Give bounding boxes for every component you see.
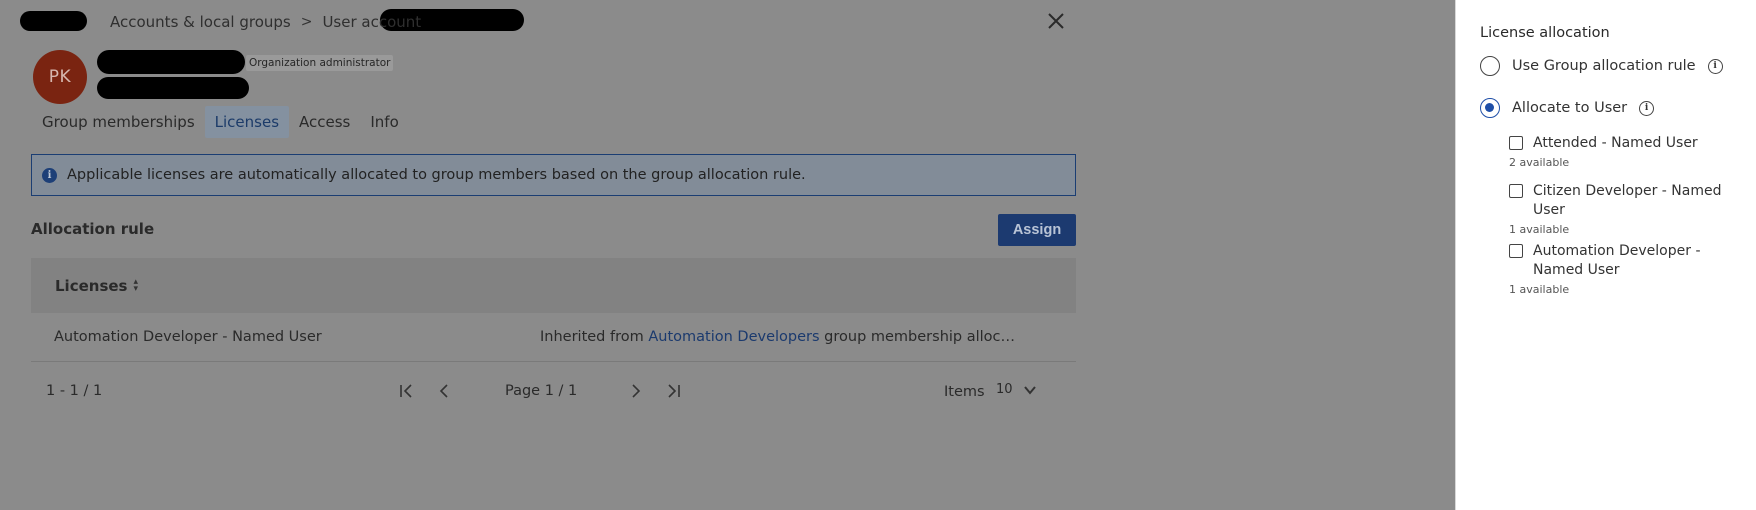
radio-use-group-rule[interactable] (1480, 56, 1500, 76)
chevron-down-icon (1023, 385, 1036, 395)
license-option-citizen-developer: Citizen Developer - Named User 1 availab… (1509, 182, 1739, 236)
avatar: PK (33, 50, 87, 104)
pager-range: 1 - 1 / 1 (46, 383, 103, 399)
info-icon[interactable]: i (1639, 100, 1655, 116)
option-use-group-rule[interactable]: Use Group allocation rule i (1480, 56, 1723, 76)
allocation-rule-title: Allocation rule (31, 220, 155, 238)
main-area-dimmed: Accounts & local groups > User account P… (0, 0, 1455, 510)
license-option-label: Citizen Developer - Named User (1533, 183, 1722, 218)
tab-info[interactable]: Info (360, 106, 408, 138)
breadcrumb-item-accounts[interactable]: Accounts & local groups (110, 13, 291, 31)
tab-access[interactable]: Access (289, 106, 360, 138)
close-icon[interactable] (1045, 10, 1067, 32)
column-header-licenses[interactable]: Licenses (55, 277, 127, 295)
info-icon[interactable]: i (1707, 58, 1723, 74)
breadcrumb: Accounts & local groups > User account (110, 13, 421, 31)
redacted-user-name (97, 50, 245, 74)
group-link[interactable]: Automation Developers (648, 329, 819, 345)
option-allocate-to-user[interactable]: Allocate to User i (1480, 98, 1655, 118)
first-page-icon[interactable] (396, 381, 416, 401)
license-option-label: Attended - Named User (1533, 135, 1698, 151)
checkbox-citizen-developer[interactable] (1509, 184, 1523, 198)
previous-page-icon[interactable] (435, 381, 455, 401)
table-row[interactable]: Automation Developer - Named User Inheri… (31, 313, 1076, 362)
availability-text: 1 available (1509, 283, 1570, 296)
license-option-attended: Attended - Named User 2 available (1509, 134, 1739, 169)
tab-licenses[interactable]: Licenses (204, 106, 290, 138)
availability-text: 2 available (1509, 156, 1570, 169)
items-per-page-label: Items (944, 384, 985, 400)
tab-bar: Group memberships Licenses Access Info (32, 106, 409, 138)
license-option-automation-developer: Automation Developer - Named User 1 avai… (1509, 242, 1739, 296)
option-use-group-rule-label: Use Group allocation rule (1512, 58, 1696, 74)
tab-group-memberships[interactable]: Group memberships (32, 106, 205, 138)
redacted-user-email (97, 77, 249, 99)
radio-allocate-to-user[interactable] (1480, 98, 1500, 118)
table-header: Licenses ▴ ▾ (31, 258, 1076, 313)
license-cell: Automation Developer - Named User (54, 329, 322, 345)
breadcrumb-item-user-account[interactable]: User account (322, 13, 421, 31)
info-banner-text: Applicable licenses are automatically al… (67, 167, 806, 183)
breadcrumb-separator: > (300, 14, 313, 30)
next-page-icon[interactable] (625, 381, 645, 401)
license-allocation-panel: License allocation Use Group allocation … (1455, 0, 1756, 510)
license-option-label: Automation Developer - Named User (1533, 243, 1701, 278)
inherited-cell: Inherited from Automation Developers gro… (540, 329, 1022, 345)
items-per-page-value: 10 (996, 382, 1013, 397)
availability-text: 1 available (1509, 223, 1570, 236)
assign-button[interactable]: Assign (998, 214, 1076, 246)
role-badge: Organization administrator (246, 55, 394, 71)
info-icon: i (42, 167, 57, 183)
checkbox-automation-developer[interactable] (1509, 244, 1523, 258)
page-label: Page 1 / 1 (505, 383, 578, 399)
option-allocate-to-user-label: Allocate to User (1512, 100, 1628, 116)
redacted-org-name (20, 11, 87, 31)
panel-title: License allocation (1480, 25, 1610, 41)
pagination: 1 - 1 / 1 Page 1 / 1 Items 10 (31, 372, 1076, 412)
checkbox-attended[interactable] (1509, 136, 1523, 150)
info-banner: i Applicable licenses are automatically … (31, 154, 1076, 196)
last-page-icon[interactable] (664, 381, 684, 401)
sort-icon[interactable]: ▴ ▾ (133, 277, 138, 293)
inherited-suffix: group membership allocation r... (824, 329, 1022, 345)
items-per-page-select[interactable]: 10 (996, 382, 1037, 397)
inherited-prefix: Inherited from (540, 329, 649, 345)
